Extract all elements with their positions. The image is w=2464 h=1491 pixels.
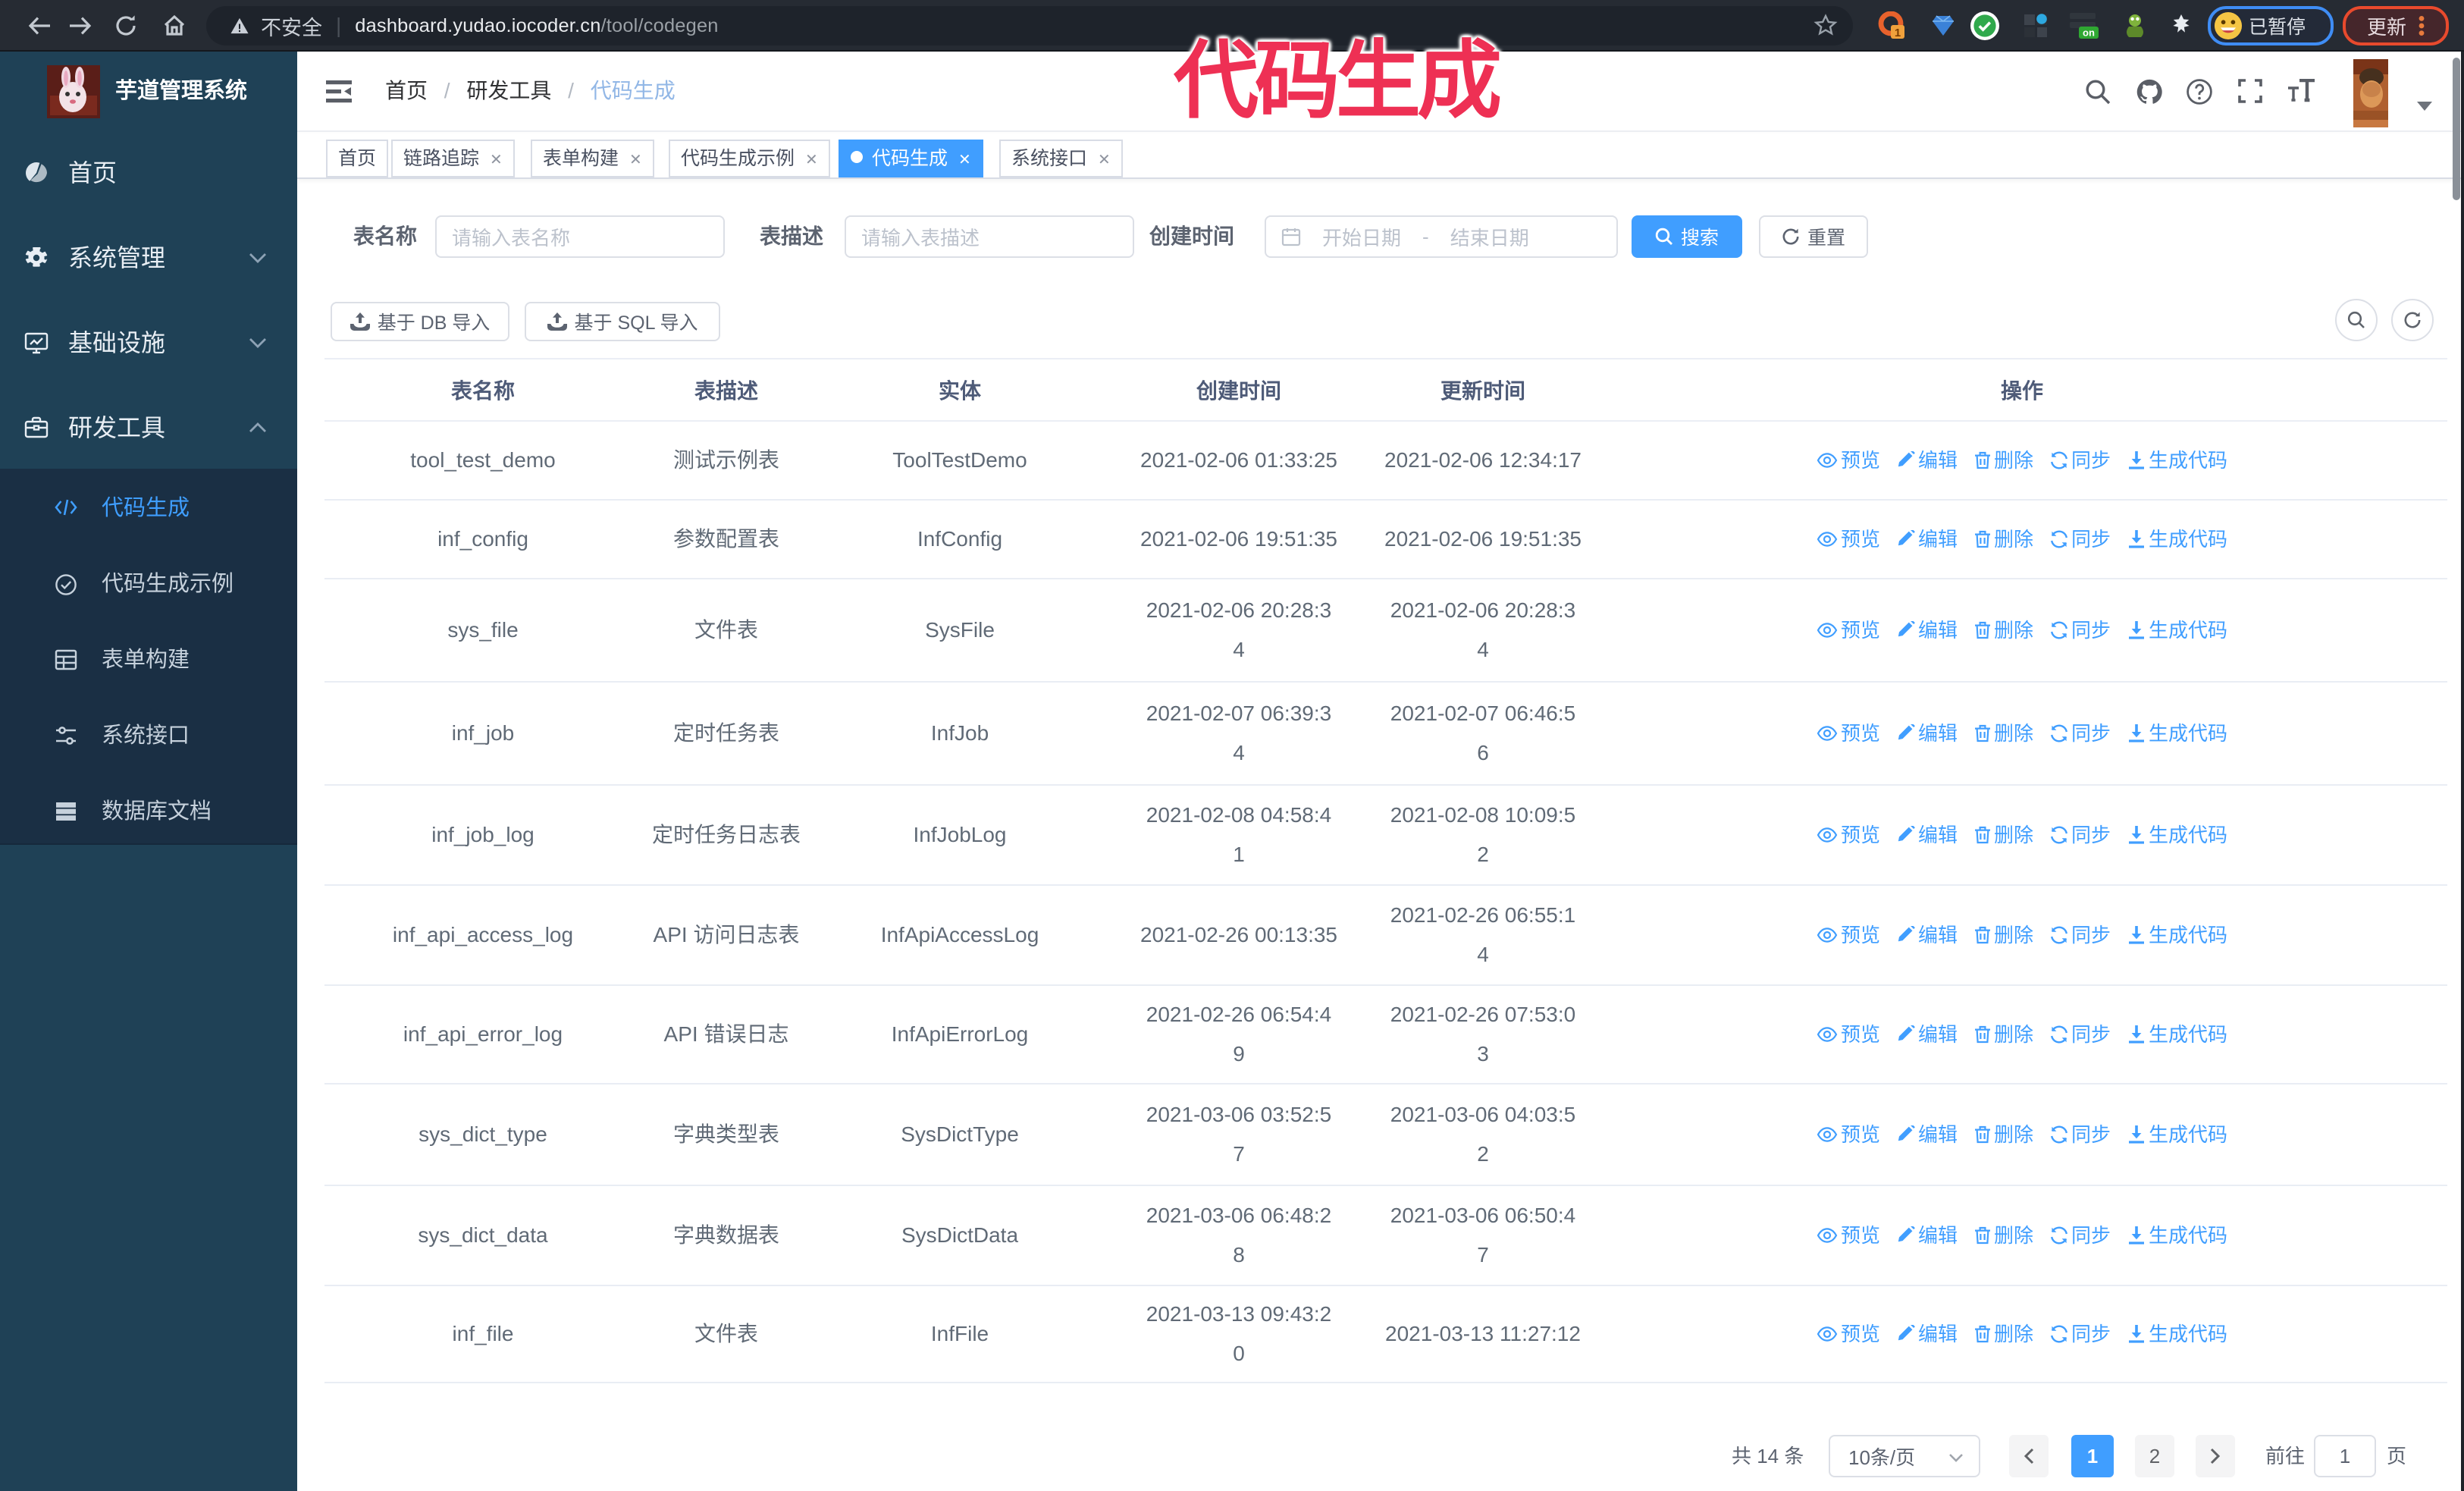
svg-text:on: on [2083,27,2095,39]
svg-text:1: 1 [1895,27,1901,39]
